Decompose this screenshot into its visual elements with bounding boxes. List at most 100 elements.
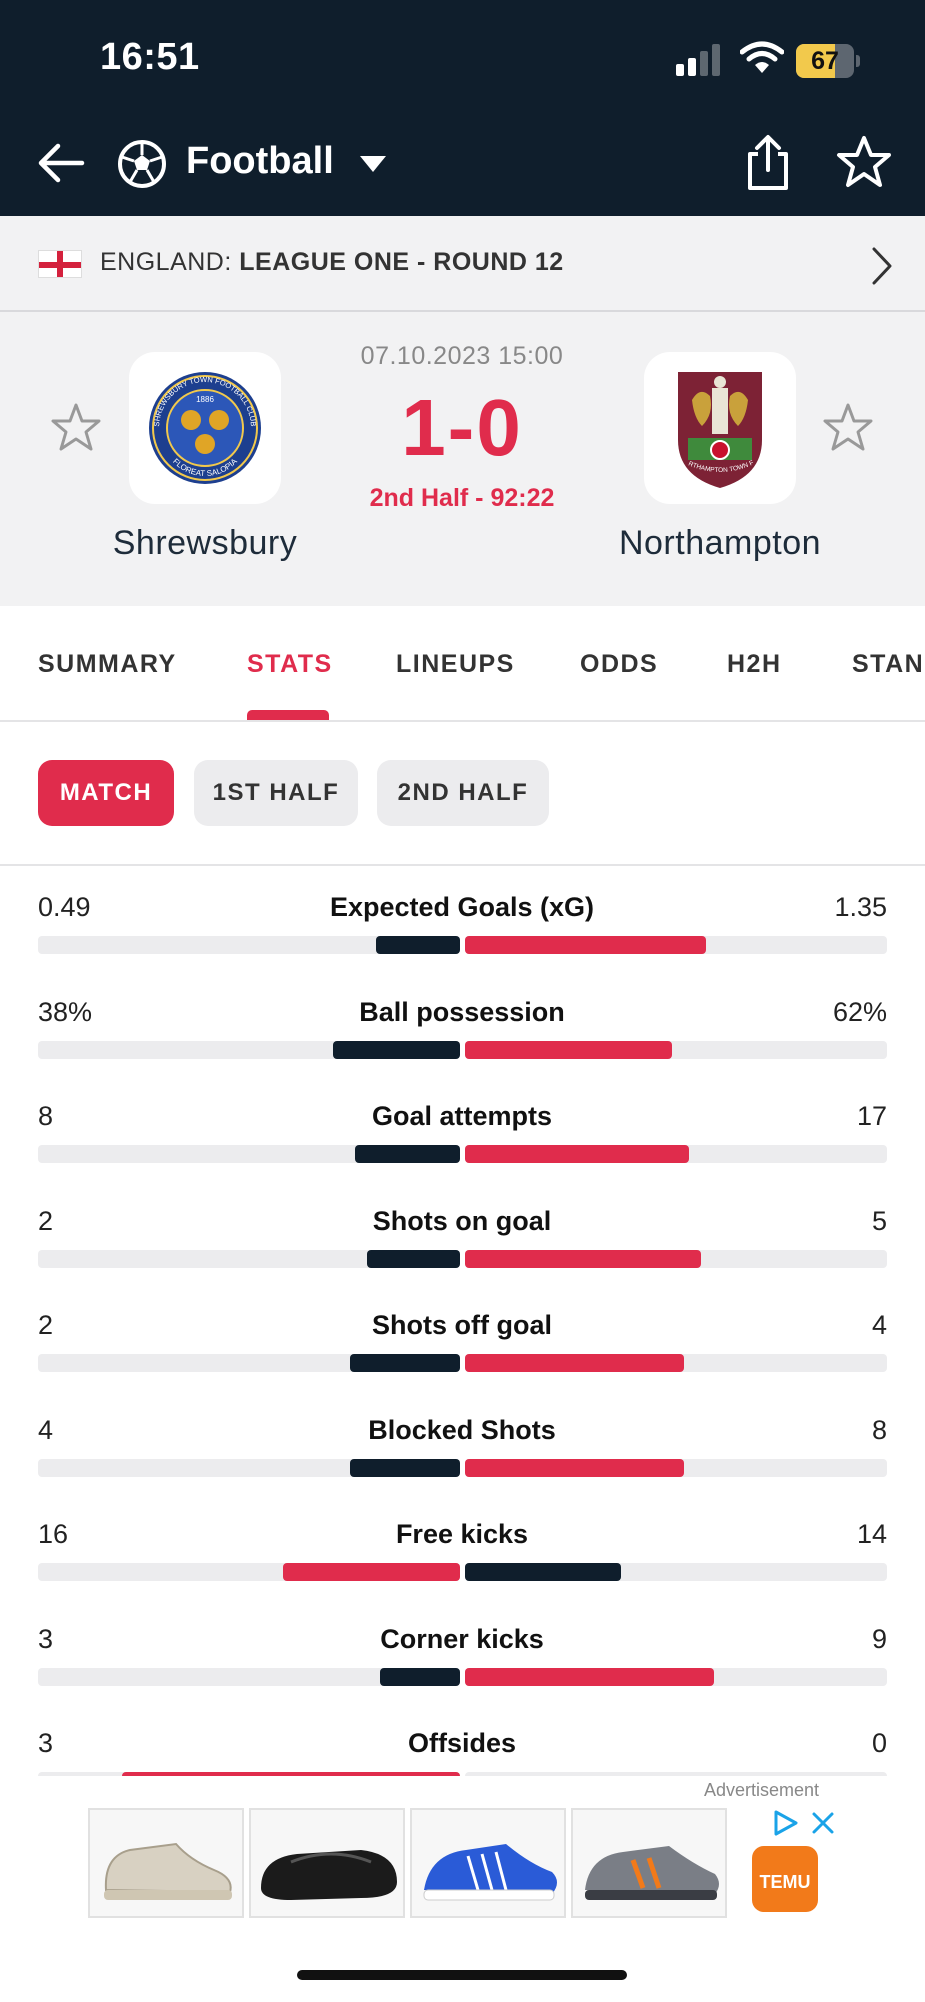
stat-row: 3 Corner kicks 9 — [0, 1600, 925, 1704]
stat-home-bar — [122, 1772, 460, 1776]
shrewsbury-crest-icon: 1886 SHREWSBURY TOWN FOOTBALL CLUB FLORE… — [149, 372, 261, 484]
stat-away-value: 4 — [871, 1310, 887, 1340]
stat-row: 2 Shots on goal 5 — [0, 1182, 925, 1286]
stat-away-bar-track — [465, 1145, 887, 1163]
stat-row: 0.49 Expected Goals (xG) 1.35 — [0, 868, 925, 972]
league-bar[interactable]: ENGLAND: LEAGUE ONE - ROUND 12 — [0, 216, 925, 312]
stat-away-bar-track — [465, 1772, 887, 1776]
away-team-favorite-star-icon[interactable] — [822, 402, 874, 454]
league-competition: LEAGUE ONE - ROUND 12 — [239, 248, 564, 276]
stat-name: Blocked Shots — [368, 1414, 556, 1445]
stat-home-value: 2 — [38, 1205, 54, 1236]
away-team-logo[interactable]: NORTHAMPTON TOWN F.C. — [641, 347, 796, 504]
wifi-icon — [740, 41, 784, 73]
stat-home-value: 2 — [38, 1310, 54, 1340]
cellular-signal-icon — [676, 42, 724, 76]
stat-away-value: 8 — [871, 1414, 887, 1445]
stat-home-bar-track — [38, 1458, 460, 1477]
stat-home-bar-track — [38, 936, 460, 954]
temu-logo[interactable]: TEMU — [752, 1846, 818, 1912]
star-icon[interactable] — [836, 134, 892, 190]
stat-away-bar-track — [465, 1040, 887, 1059]
ad-choices-icon[interactable] — [770, 1808, 800, 1838]
tab-standings[interactable]: STAN — [852, 650, 924, 679]
stat-away-value: 62% — [832, 996, 887, 1027]
stats-list[interactable]: 0.49 Expected Goals (xG) 1.35 38% Ball posse… — [0, 868, 925, 1776]
england-flag-icon — [38, 250, 82, 278]
stat-away-value: 17 — [856, 1101, 887, 1131]
ad-product-image[interactable] — [249, 1808, 405, 1918]
stat-home-bar-track — [38, 1040, 460, 1059]
stat-home-bar — [367, 1249, 460, 1268]
stat-name: Ball possession — [359, 996, 565, 1027]
tab-stats[interactable]: STATS — [247, 650, 333, 679]
tab-summary[interactable]: SUMMARY — [38, 650, 177, 679]
match-tabs: SUMMARY STATS LINEUPS ODDS H2H STAN — [0, 606, 925, 722]
stat-away-bar — [465, 1145, 689, 1163]
stat-away-value: 1.35 — [834, 892, 887, 922]
stat-home-bar — [333, 1040, 460, 1059]
stat-name: Corner kicks — [380, 1623, 544, 1654]
stat-row: 4 Blocked Shots 8 — [0, 1391, 925, 1495]
tab-h2h[interactable]: H2H — [727, 650, 782, 679]
stat-home-value: 0.49 — [38, 892, 91, 922]
away-team-name[interactable]: Northampton — [570, 524, 870, 563]
battery-percentage: 67 — [811, 47, 839, 75]
back-arrow-icon[interactable] — [34, 136, 88, 190]
period-second-half-button[interactable]: 2ND HALF — [377, 760, 549, 826]
stat-home-value: 8 — [38, 1101, 54, 1131]
stat-away-bar — [465, 1667, 714, 1686]
football-icon[interactable] — [116, 138, 168, 190]
stat-away-bar — [465, 1249, 702, 1268]
league-country: ENGLAND: — [100, 248, 232, 276]
chevron-right-icon[interactable] — [870, 246, 894, 286]
share-icon[interactable] — [742, 134, 794, 192]
stat-row: 3 Offsides 0 — [0, 1704, 925, 1776]
tab-lineups[interactable]: LINEUPS — [396, 650, 515, 679]
stat-home-bar — [354, 1145, 460, 1163]
chevron-down-icon[interactable] — [358, 154, 388, 174]
ad-product-image[interactable] — [571, 1808, 727, 1918]
stat-away-bar — [465, 1354, 685, 1372]
home-team-name[interactable]: Shrewsbury — [55, 524, 355, 563]
stat-home-bar — [282, 1563, 460, 1581]
battery-icon: 67 — [796, 44, 860, 78]
slipper-icon — [261, 1850, 397, 1900]
advertisement-label: Advertisement — [704, 1780, 820, 1800]
stat-home-bar-track — [38, 1772, 460, 1776]
home-team-logo[interactable]: 1886 SHREWSBURY TOWN FOOTBALL CLUB FLORE… — [129, 352, 281, 504]
home-crest-year: 1886 — [196, 395, 214, 404]
stat-home-value: 4 — [38, 1414, 54, 1445]
stat-away-bar-track — [465, 1667, 887, 1686]
stat-home-bar — [379, 1667, 460, 1686]
stat-home-value: 38% — [38, 996, 93, 1027]
stat-home-bar-track — [38, 1249, 460, 1268]
stat-name: Expected Goals (xG) — [329, 892, 595, 922]
home-indicator — [297, 1970, 627, 1980]
sport-selector[interactable]: Football — [186, 140, 334, 183]
home-team-favorite-star-icon[interactable] — [50, 402, 102, 454]
stat-away-bar-track — [465, 1458, 887, 1477]
stat-home-value: 16 — [38, 1519, 69, 1549]
stat-away-bar — [465, 936, 706, 954]
stat-home-value: 3 — [38, 1728, 54, 1758]
stat-home-bar — [350, 1354, 460, 1372]
ad-close-icon[interactable] — [808, 1808, 838, 1838]
stat-away-value: 5 — [871, 1205, 887, 1236]
match-datetime: 07.10.2023 15:00 — [360, 342, 564, 370]
stat-away-bar-track — [465, 1563, 887, 1581]
stat-away-bar-track — [465, 1354, 887, 1372]
stat-away-value: 0 — [871, 1728, 887, 1758]
stat-name: Shots off goal — [372, 1310, 552, 1340]
tab-odds[interactable]: ODDS — [580, 650, 658, 679]
match-status: 2nd Half - 92:22 — [369, 484, 555, 512]
stat-name: Free kicks — [395, 1519, 529, 1549]
period-match-button[interactable]: MATCH — [38, 760, 174, 826]
stat-home-bar — [375, 936, 460, 954]
stat-away-bar — [465, 1040, 672, 1059]
boot-icon — [104, 1842, 232, 1900]
ad-product-image[interactable] — [88, 1808, 244, 1918]
stat-row: 16 Free kicks 14 — [0, 1495, 925, 1599]
period-first-half-button[interactable]: 1ST HALF — [194, 760, 358, 826]
ad-product-image[interactable] — [410, 1808, 566, 1918]
